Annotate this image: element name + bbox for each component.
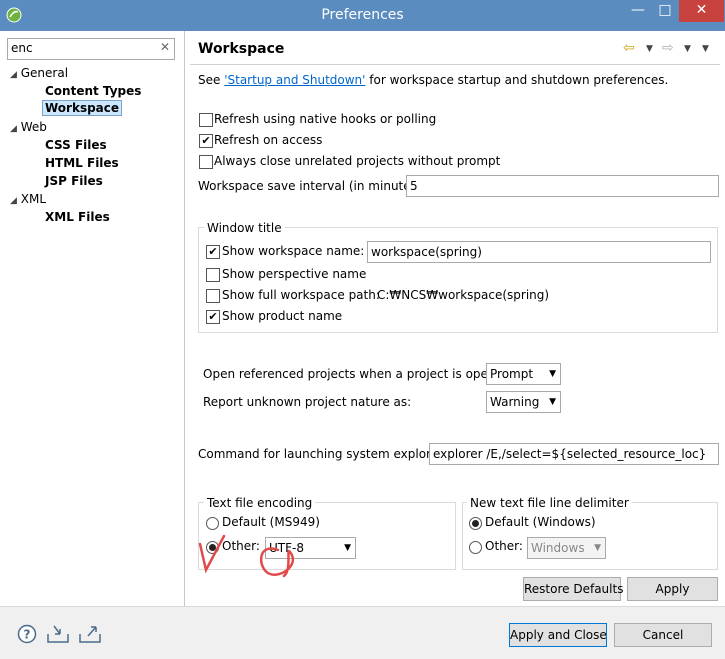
show-full-path-label: Show full workspace path: [222,288,380,302]
report-nature-select[interactable]: Warning ▼ [486,391,561,413]
tree-label: XML [20,192,47,206]
delimiter-other-select[interactable]: Windows ▼ [527,537,606,559]
header-separator [190,64,720,65]
show-perspective-label: Show perspective name [222,267,367,281]
forward-arrow-icon[interactable]: ⇨ [662,40,674,56]
show-product-label: Show product name [222,309,343,323]
title-bar: Preferences — □ ✕ [0,0,725,31]
restore-defaults-button[interactable]: Restore Defaults [523,577,623,601]
encoding-default-radio[interactable] [206,517,219,530]
open-referenced-value: Prompt [490,367,534,381]
tree-xml[interactable]: ◢ XML [10,192,46,206]
startup-shutdown-link[interactable]: 'Startup and Shutdown' [224,73,365,87]
export-icon[interactable] [78,624,102,644]
system-explorer-label: Command for launching system explorer: [198,447,447,461]
tree-item-css-files[interactable]: CSS Files [45,138,107,152]
svg-text:?: ? [24,628,31,642]
delimiter-default-radio[interactable] [469,517,482,530]
tree-item-html-files[interactable]: HTML Files [45,156,119,170]
expanded-arrow-icon[interactable]: ◢ [10,196,17,206]
maximize-button[interactable]: □ [652,0,678,22]
apply-button[interactable]: Apply [627,577,718,601]
cancel-button[interactable]: Cancel [614,623,712,647]
open-referenced-label: Open referenced projects when a project … [203,367,515,381]
help-icon[interactable]: ? [17,624,37,644]
save-interval-label: Workspace save interval (in minutes): [198,179,426,193]
tree-item-content-types[interactable]: Content Types [45,84,141,98]
tree-label: General [20,66,69,80]
always-close-checkbox[interactable] [199,155,213,169]
always-close-label: Always close unrelated projects without … [214,154,501,168]
delimiter-default-label: Default (Windows) [485,515,596,529]
window-title-group-label: Window title [204,221,285,235]
expanded-arrow-icon[interactable]: ◢ [10,124,17,134]
tree-general[interactable]: ◢ General [10,66,68,80]
view-menu-icon[interactable]: ▼ [702,44,709,54]
forward-menu-icon[interactable]: ▼ [684,44,691,54]
tree-item-jsp-files[interactable]: JSP Files [45,174,103,188]
red-check-mark [198,534,226,574]
close-button[interactable]: ✕ [679,0,724,22]
delimiter-other-value: Windows [531,541,585,555]
chevron-down-icon: ▼ [594,543,601,553]
show-workspace-name-label: Show workspace name: [222,244,365,258]
back-arrow-icon[interactable]: ⇦ [623,40,635,56]
tree-item-xml-files[interactable]: XML Files [45,210,110,224]
expanded-arrow-icon[interactable]: ◢ [10,70,17,80]
show-full-path-checkbox[interactable] [206,289,220,303]
open-referenced-select[interactable]: Prompt ▼ [486,363,561,385]
preference-tree-panel [0,31,185,606]
line-delimiter-group-label: New text file line delimiter [467,496,632,510]
refresh-access-label: Refresh on access [214,133,323,147]
page-title: Workspace [198,41,285,57]
import-icon[interactable] [46,624,70,644]
chevron-down-icon: ▼ [344,543,351,553]
filter-input[interactable] [8,39,151,57]
refresh-native-label: Refresh using native hooks or polling [214,112,437,126]
save-interval-input[interactable]: 5 [406,175,719,197]
tree-web[interactable]: ◢ Web [10,120,47,134]
tree-label: Web [20,120,47,134]
tree-item-workspace[interactable]: Workspace [42,100,123,116]
report-nature-value: Warning [490,395,540,409]
red-annotation-marks [198,534,295,578]
chevron-down-icon: ▼ [549,369,556,379]
workspace-name-input[interactable]: workspace(spring) [367,241,711,263]
text-encoding-group-label: Text file encoding [204,496,316,510]
full-path-value: C:₩NCS₩workspace(spring) [377,288,550,302]
delimiter-other-radio[interactable] [469,541,482,554]
refresh-access-checkbox[interactable]: ✔ [199,134,213,148]
system-explorer-input[interactable]: explorer /E,/select=${selected_resource_… [429,443,719,465]
hint-prefix: See [198,73,225,87]
show-workspace-name-checkbox[interactable]: ✔ [206,245,220,259]
clear-filter-icon[interactable]: ✕ [160,40,170,54]
line-delimiter-group [462,502,718,570]
apply-and-close-button[interactable]: Apply and Close [509,623,607,647]
red-circle-mark [259,547,295,578]
show-perspective-checkbox[interactable] [206,268,220,282]
window-title: Preferences [321,7,404,23]
encoding-default-label: Default (MS949) [222,515,320,529]
startup-hint: See 'Startup and Shutdown' for workspace… [198,73,668,87]
filter-box: ✕ [7,38,175,60]
show-product-checkbox[interactable]: ✔ [206,310,220,324]
refresh-native-checkbox[interactable] [199,113,213,127]
minimize-button[interactable]: — [624,0,652,22]
delimiter-other-label: Other: [485,539,523,553]
chevron-down-icon: ▼ [549,397,556,407]
footer-separator [0,606,725,607]
report-nature-label: Report unknown project nature as: [203,395,412,409]
hint-suffix: for workspace startup and shutdown prefe… [365,73,669,87]
back-menu-icon[interactable]: ▼ [646,44,653,54]
radio-dot [472,520,479,527]
